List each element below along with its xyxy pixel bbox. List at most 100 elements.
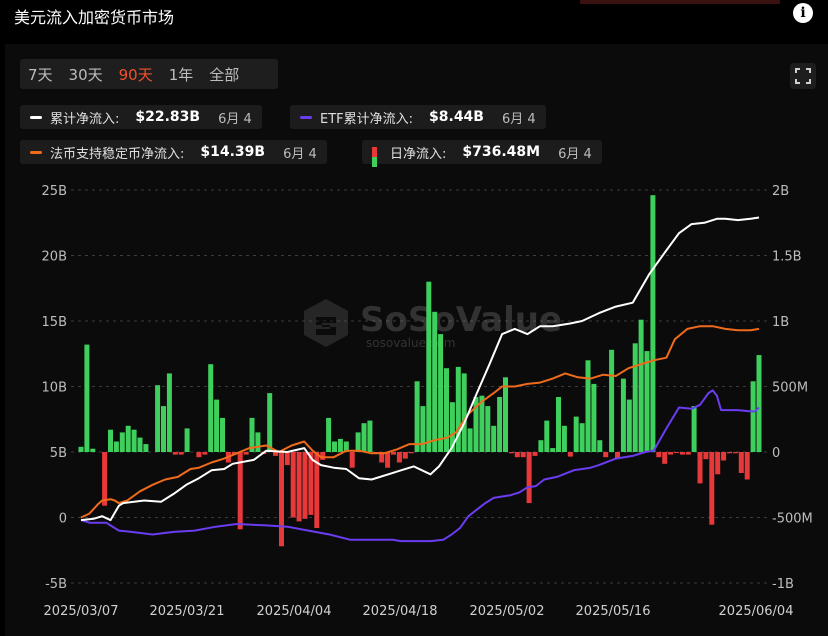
daily-bar <box>721 452 727 461</box>
daily-bar <box>208 364 214 452</box>
daily-bar <box>679 452 685 455</box>
daily-bar <box>432 311 438 452</box>
daily-bar <box>184 428 190 452</box>
daily-bar <box>609 349 615 452</box>
daily-bar <box>738 452 744 473</box>
daily-bar <box>90 448 96 452</box>
daily-bar <box>337 438 343 452</box>
daily-bar <box>497 397 503 452</box>
daily-bar <box>550 448 556 452</box>
flow-chart: SoSoValue sosovalue.com -5B05B10B15B20B2… <box>42 184 813 619</box>
daily-bar <box>467 428 473 452</box>
daily-bar <box>143 444 149 452</box>
daily-bar <box>402 452 408 459</box>
series-lines <box>80 216 760 543</box>
daily-bar <box>561 425 567 452</box>
x-tick-label: 2025/04/18 <box>363 604 438 619</box>
daily-bar <box>503 377 508 452</box>
y-right-tick-label: 0 <box>772 446 780 461</box>
daily-bar <box>461 373 467 452</box>
daily-bar <box>155 385 161 452</box>
daily-bar <box>591 383 597 452</box>
daily-bar <box>255 432 261 452</box>
y-right-tick-label: 2B <box>772 184 789 199</box>
daily-bar <box>367 420 373 452</box>
daily-bar <box>685 452 691 455</box>
y-left-tick-label: 15B <box>42 315 67 330</box>
daily-bar <box>532 452 538 456</box>
x-tick-label: 2025/05/16 <box>576 604 651 619</box>
daily-bar <box>78 446 84 452</box>
daily-bar <box>556 397 561 452</box>
daily-bar <box>202 452 208 455</box>
y-left-tick-label: 5B <box>50 446 67 461</box>
daily-bar <box>172 452 178 455</box>
daily-bar <box>656 452 662 458</box>
x-tick-label: 2025/06/04 <box>719 604 794 619</box>
daily-bar <box>709 452 715 525</box>
daily-bar <box>585 360 591 452</box>
daily-bar <box>567 452 573 457</box>
daily-bar <box>538 440 544 452</box>
x-tick-label: 2025/04/04 <box>257 604 332 619</box>
daily-bar <box>662 452 668 464</box>
daily-bar <box>650 195 656 452</box>
daily-bar <box>119 432 125 452</box>
y-left-tick-label: 10B <box>42 381 67 396</box>
daily-bar <box>756 355 762 452</box>
daily-bar <box>544 420 550 452</box>
daily-bar <box>644 351 650 452</box>
daily-bar <box>308 452 314 515</box>
daily-bar <box>113 441 119 452</box>
x-tick-label: 2025/05/02 <box>470 604 545 619</box>
y-right-tick-label: -500M <box>772 512 813 527</box>
daily-bar <box>438 334 444 452</box>
daily-bar <box>727 452 732 454</box>
daily-bar <box>102 452 108 506</box>
daily-bar <box>125 425 131 452</box>
daily-bar <box>243 452 249 455</box>
daily-bar <box>302 452 308 519</box>
y-right-tick-label: -1B <box>772 577 794 592</box>
daily-bar <box>597 440 603 452</box>
daily-bar <box>420 406 426 452</box>
daily-bar <box>485 406 491 452</box>
daily-bar <box>196 452 202 458</box>
daily-bar <box>396 452 402 463</box>
daily-bar <box>326 417 332 452</box>
daily-bar <box>267 393 273 452</box>
daily-bar <box>603 452 609 458</box>
y-right-tick-label: 1B <box>772 315 789 330</box>
daily-bar <box>638 319 644 452</box>
daily-bar <box>514 452 520 458</box>
y-right-tick-label: 1.5B <box>772 250 802 265</box>
daily-bars <box>78 195 762 547</box>
daily-bar <box>273 452 279 456</box>
y-left-tick-label: 0 <box>59 512 67 527</box>
daily-bar <box>750 381 756 452</box>
daily-bar <box>632 343 638 452</box>
daily-bar <box>520 452 526 458</box>
daily-bar <box>108 429 113 452</box>
daily-bar <box>620 378 626 452</box>
daily-bar <box>220 417 225 452</box>
daily-bar <box>178 452 184 455</box>
y-right-tick-label: 500M <box>772 381 808 396</box>
daily-bar <box>332 441 337 452</box>
daily-bar <box>573 416 579 452</box>
daily-bar <box>349 452 355 468</box>
daily-bar <box>508 452 514 454</box>
y-left-tick-label: 25B <box>42 184 67 199</box>
daily-bar <box>296 452 302 522</box>
x-tick-label: 2025/03/21 <box>150 604 225 619</box>
daily-bar <box>691 406 697 452</box>
daily-bar <box>284 452 290 466</box>
daily-bar <box>626 399 632 452</box>
daily-bar <box>161 406 166 452</box>
y-left-tick-label: -5B <box>45 577 67 592</box>
daily-bar <box>744 452 750 480</box>
daily-bar <box>385 452 391 468</box>
stablecoin-line <box>80 325 760 519</box>
daily-bar <box>137 437 143 452</box>
x-tick-label: 2025/03/07 <box>44 604 119 619</box>
